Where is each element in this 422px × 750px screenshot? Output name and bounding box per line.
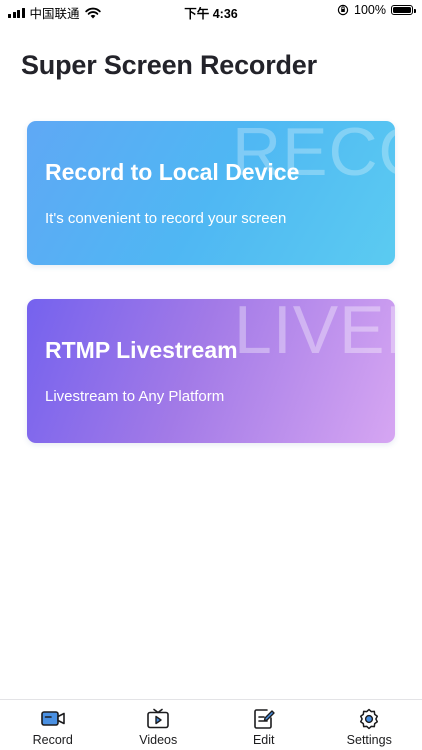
card-title: RTMP Livestream [45,337,238,363]
tv-play-icon [147,708,170,729]
record-local-card[interactable]: RECO Record to Local Device It's conveni… [27,121,395,265]
status-right: 100% [337,3,416,17]
battery-icon [391,5,416,15]
card-watermark: LIVEE [234,299,395,368]
tab-edit[interactable]: Edit [211,700,317,750]
tab-label: Edit [252,733,275,747]
rtmp-livestream-card[interactable]: LIVEE RTMP Livestream Livestream to Any … [27,299,395,443]
camera-icon [40,711,65,726]
tab-record[interactable]: Record [0,700,106,750]
gear-icon [360,708,379,730]
tab-label: Record [32,733,73,747]
card-title: Record to Local Device [45,159,300,185]
tab-bar: Record Videos Edit Settings [0,699,422,750]
status-bar: 中国联通 下午 4:36 100% [0,0,422,22]
tab-label: Videos [139,733,178,747]
orientation-lock-icon [337,4,349,16]
card-subtitle: Livestream to Any Platform [45,388,225,405]
tab-videos[interactable]: Videos [106,700,212,750]
tab-label: Settings [346,733,392,747]
tab-settings[interactable]: Settings [317,700,422,750]
edit-icon [253,709,275,729]
battery-percent: 100% [354,3,386,17]
card-subtitle: It's convenient to record your screen [45,210,287,227]
app-screen: 中国联通 下午 4:36 100% Super Screen Recorder … [0,0,422,750]
page-title: Super Screen Recorder [21,50,317,80]
